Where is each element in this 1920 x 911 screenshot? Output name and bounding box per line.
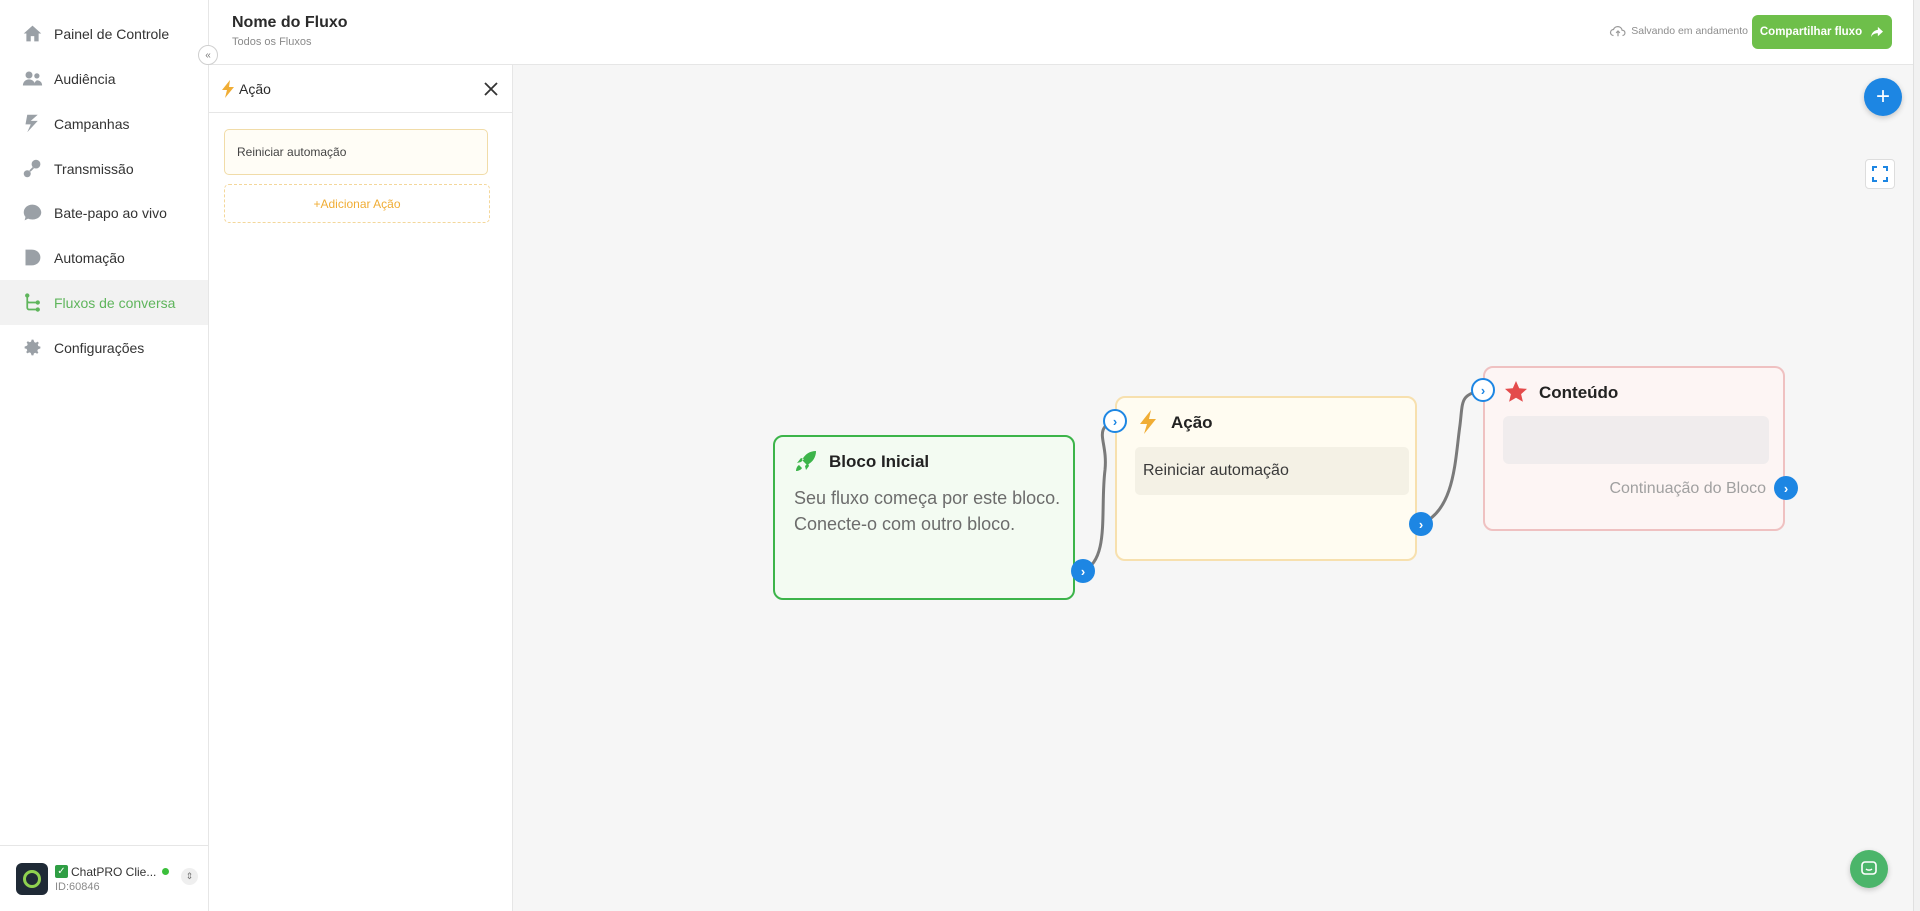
sidebar-item-label: Configurações <box>54 339 145 356</box>
content-block-output-port[interactable]: › <box>1774 476 1798 500</box>
content-block-node[interactable]: Conteúdo Continuação do Bloco <box>1483 366 1785 531</box>
automation-icon <box>21 247 43 269</box>
action-block-output-port[interactable]: › <box>1409 512 1433 536</box>
action-block-title: Ação <box>1171 413 1213 432</box>
sidebar-item-label: Fluxos de conversa <box>54 294 176 311</box>
share-flow-button[interactable]: Compartilhar fluxo <box>1752 15 1892 49</box>
sidebar-item-automacao[interactable]: Automação <box>0 235 208 280</box>
expand-icon <box>1872 166 1888 182</box>
content-block-title: Conteúdo <box>1539 383 1619 402</box>
start-block-output-port[interactable]: › <box>1071 559 1095 583</box>
account-switch-icon[interactable]: ⇕ <box>181 868 198 885</box>
content-placeholder <box>1503 416 1769 464</box>
action-panel: Ação Reiniciar automação +Adicionar Ação <box>209 65 513 911</box>
page-title[interactable]: Nome do Fluxo <box>232 14 348 32</box>
sidebar-item-label: Painel de Controle <box>54 25 170 42</box>
action-block-input-port[interactable]: › <box>1103 409 1127 433</box>
broadcast-icon <box>21 158 43 180</box>
avatar <box>16 862 48 895</box>
support-chat-button[interactable] <box>1850 850 1888 888</box>
panel-title: Ação <box>239 80 271 97</box>
start-block-node[interactable]: Bloco Inicial Seu fluxo começa por este … <box>773 435 1075 600</box>
rocket-icon <box>796 451 816 471</box>
add-block-button[interactable]: + <box>1864 78 1902 116</box>
gear-icon <box>21 337 43 359</box>
sidebar-item-campanhas[interactable]: Campanhas <box>0 101 208 146</box>
lightning-icon <box>222 79 234 98</box>
cloud-upload-icon <box>1610 26 1626 37</box>
content-continue-label: Continuação do Bloco <box>1609 480 1766 497</box>
start-block-description: Seu fluxo começa por este bloco. Conecte… <box>794 488 1061 534</box>
header: Nome do Fluxo Todos os Fluxos Salvando e… <box>209 0 1920 65</box>
users-icon <box>21 68 43 90</box>
sidebar-item-bate-papo[interactable]: Bate-papo ao vivo <box>0 190 208 235</box>
user-name: ChatPRO Clie... <box>71 864 157 879</box>
sidebar-item-painel-de-controle[interactable]: Painel de Controle <box>0 11 208 56</box>
add-action-button[interactable]: +Adicionar Ação <box>224 184 490 223</box>
close-icon[interactable] <box>483 81 499 97</box>
chat-icon <box>21 202 43 224</box>
action-block-item: Reiniciar automação <box>1135 447 1409 495</box>
start-block-title: Bloco Inicial <box>829 452 930 471</box>
sidebar-item-label: Campanhas <box>54 115 130 132</box>
sidebar: Painel de Controle Audiência Campanhas T… <box>0 0 209 911</box>
sidebar-item-configuracoes[interactable]: Configurações <box>0 325 208 370</box>
user-id: ID:60846 <box>55 880 100 893</box>
content-block-input-port[interactable]: › <box>1471 378 1495 402</box>
sidebar-item-audiencia[interactable]: Audiência <box>0 56 208 101</box>
share-icon <box>1871 26 1884 38</box>
online-status-dot <box>162 868 170 875</box>
collapse-sidebar-button[interactable]: « <box>198 45 218 65</box>
sidebar-item-label: Transmissão <box>54 160 134 177</box>
chat-bubble-icon <box>1861 861 1877 875</box>
sidebar-item-label: Bate-papo ao vivo <box>54 204 167 221</box>
breadcrumb[interactable]: Todos os Fluxos <box>232 36 311 48</box>
sidebar-item-label: Audiência <box>54 70 116 87</box>
user-account-card[interactable]: ✓ ChatPRO Clie... ID:60846 ⇕ <box>0 845 208 911</box>
share-flow-label: Compartilhar fluxo <box>1759 26 1863 38</box>
verified-check-icon: ✓ <box>55 865 68 878</box>
lightning-icon <box>1140 410 1156 434</box>
star-icon <box>1505 381 1527 402</box>
campaign-icon <box>21 113 43 135</box>
fullscreen-button[interactable] <box>1865 159 1895 189</box>
saving-status-text: Salvando em andamento <box>1631 25 1748 37</box>
home-icon <box>21 23 43 45</box>
window-scrollbar[interactable] <box>1913 0 1920 911</box>
saving-status: Salvando em andamento <box>1609 24 1748 38</box>
sidebar-item-label: Automação <box>54 249 125 266</box>
sidebar-item-fluxos-de-conversa[interactable]: Fluxos de conversa <box>0 280 208 325</box>
action-block-node[interactable]: Ação Reiniciar automação <box>1115 396 1417 561</box>
flow-icon <box>21 292 43 314</box>
action-item-restart-automation[interactable]: Reiniciar automação <box>224 129 488 175</box>
sidebar-item-transmissao[interactable]: Transmissão <box>0 146 208 191</box>
